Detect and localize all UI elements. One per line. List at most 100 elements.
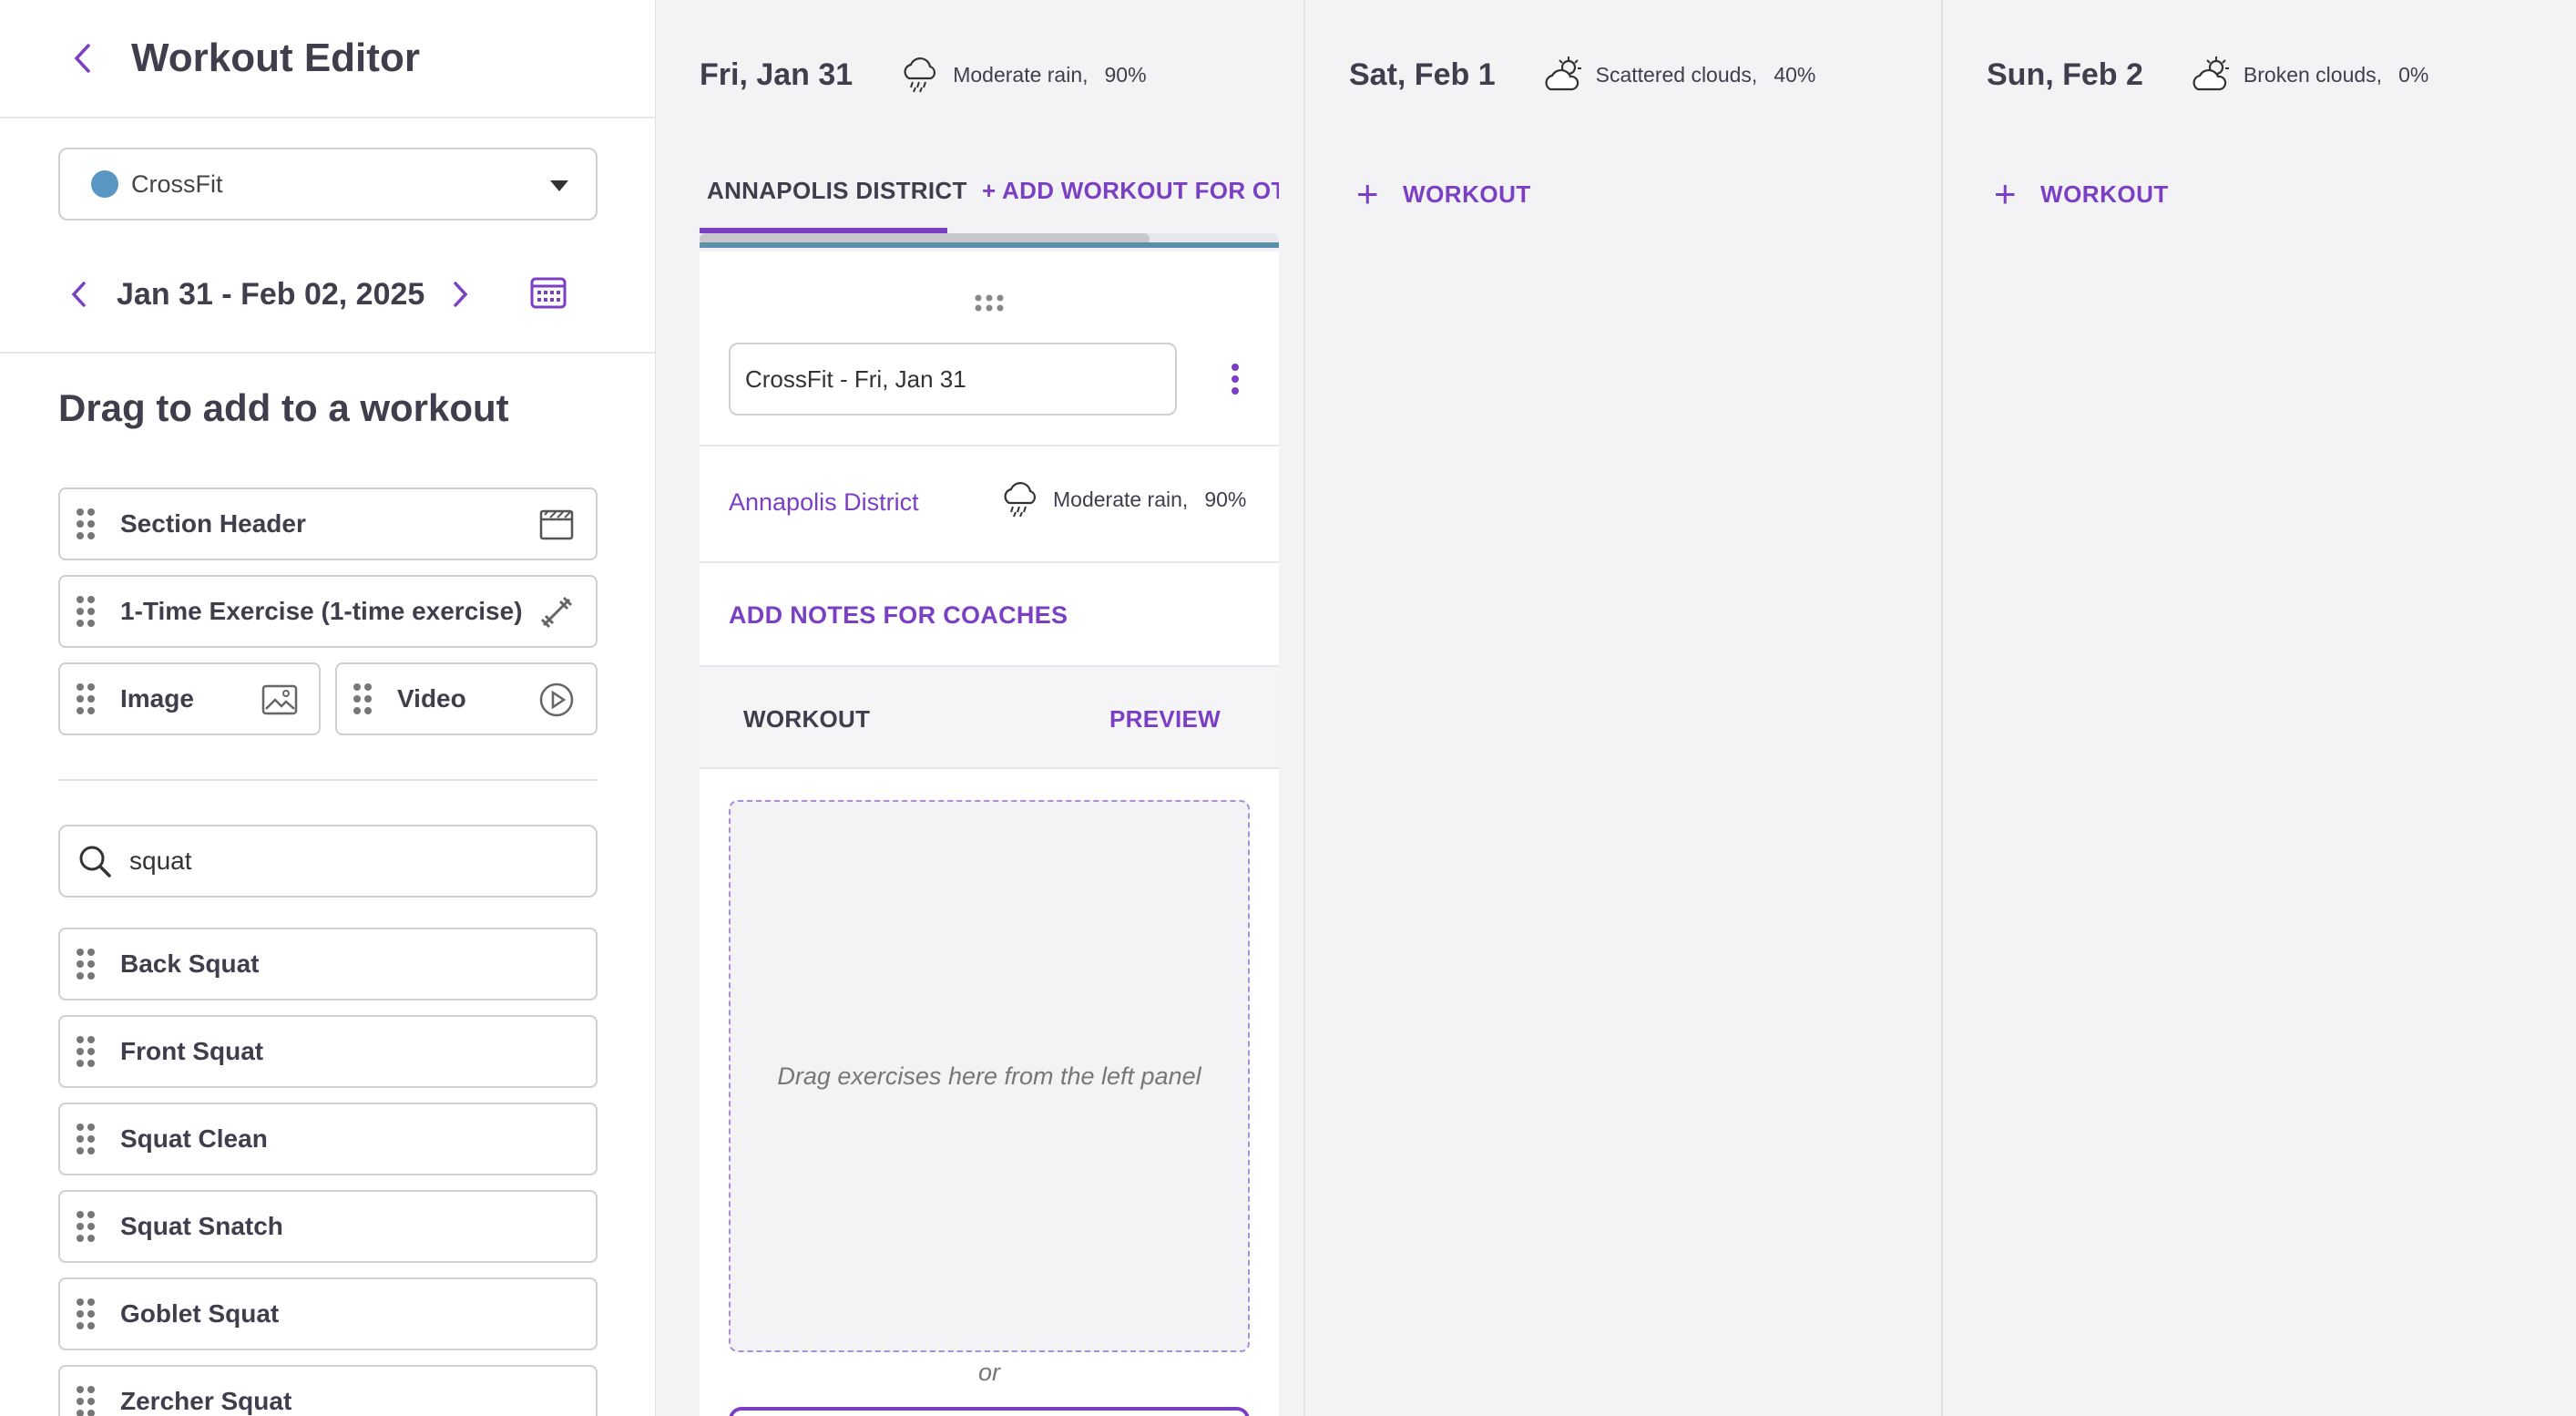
add-from-library-button[interactable] <box>729 1407 1250 1416</box>
drag-handle-icon[interactable] <box>60 489 111 559</box>
day-column-sat: Sat, Feb 1 Scattered clouds, 40% + WORKO… <box>1305 0 1943 1416</box>
block-label: Image <box>120 684 194 713</box>
day-column-sun: Sun, Feb 2 Broken clouds, 0% + WORKOUT <box>1943 0 2576 1416</box>
chevron-left-icon <box>74 44 90 73</box>
preview-button[interactable]: PREVIEW <box>1109 705 1221 734</box>
image-block[interactable]: Image <box>58 662 321 735</box>
weather-percent: 0% <box>2398 62 2429 87</box>
exercise-item[interactable]: Squat Snatch <box>58 1190 598 1263</box>
weather-text: Scattered clouds, <box>1595 62 1758 87</box>
exercise-item[interactable]: Zercher Squat <box>58 1365 598 1416</box>
workout-section-header: WORKOUT PREVIEW <box>700 665 1279 769</box>
search-icon <box>79 846 111 877</box>
chevron-left-icon <box>71 282 86 307</box>
exercise-item[interactable]: Squat Clean <box>58 1103 598 1175</box>
tab-annapolis-district[interactable]: ANNAPOLIS DISTRICT <box>700 164 966 233</box>
date-navigator: Jan 31 - Feb 02, 2025 <box>58 262 598 326</box>
add-workout-label: WORKOUT <box>1403 180 1531 208</box>
calendar-button[interactable] <box>526 270 570 313</box>
add-workout-label: WORKOUT <box>2040 180 2169 208</box>
weather-percent: 40% <box>1774 62 1816 87</box>
next-week-button[interactable] <box>441 274 481 314</box>
block-label: Section Header <box>120 509 306 538</box>
date-range: Jan 31 - Feb 02, 2025 <box>117 276 425 312</box>
location-link[interactable]: Annapolis District <box>729 488 919 517</box>
page-title: Workout Editor <box>131 36 420 80</box>
dumbbell-icon <box>537 593 576 631</box>
exercise-label: Front Squat <box>120 1037 264 1065</box>
day-title: Sun, Feb 2 <box>1987 56 2143 92</box>
day-column-fri: Fri, Jan 31 Moderate rain, 90% ANNAPOLIS… <box>656 0 1305 1416</box>
exercise-item[interactable]: Back Squat <box>58 928 598 1000</box>
exercise-drop-zone[interactable]: Drag exercises here from the left panel <box>729 800 1250 1352</box>
workout-name-input[interactable] <box>729 343 1177 416</box>
exercise-item[interactable]: Goblet Squat <box>58 1277 598 1350</box>
tabs-scrollbar[interactable] <box>700 233 1279 248</box>
sun-cloud-icon <box>1545 55 1582 91</box>
block-label: Video <box>397 684 466 713</box>
add-workout-button[interactable]: + WORKOUT <box>1356 175 1531 213</box>
drag-handle-icon[interactable] <box>700 293 1279 313</box>
one-time-exercise-block[interactable]: 1-Time Exercise (1-time exercise) <box>58 575 598 648</box>
drag-handle-icon[interactable] <box>60 1017 111 1086</box>
video-block[interactable]: Video <box>335 662 598 735</box>
back-button[interactable] <box>64 40 100 77</box>
drag-handle-icon[interactable] <box>60 1367 111 1416</box>
drag-section-title: Drag to add to a workout <box>58 386 509 429</box>
weather-percent: 90% <box>1104 62 1147 87</box>
more-options-icon[interactable] <box>1217 359 1253 399</box>
or-separator: or <box>977 1359 1000 1386</box>
active-tab-line <box>700 242 1279 248</box>
weather-percent: 90% <box>1204 487 1247 511</box>
block-label: 1-Time Exercise (1-time exercise) <box>120 597 523 625</box>
weather-text: Broken clouds, <box>2243 62 2383 87</box>
play-circle-icon <box>537 681 576 719</box>
chevron-right-icon <box>454 282 468 307</box>
tab-add-workout-other[interactable]: + ADD WORKOUT FOR OTHER <box>975 164 1279 233</box>
search-input[interactable] <box>129 847 567 876</box>
drag-handle-icon[interactable] <box>60 577 111 646</box>
exercise-label: Back Squat <box>120 949 260 978</box>
day-title: Sat, Feb 1 <box>1349 56 1496 92</box>
program-controls: CrossFit Jan 31 - Feb 02, 2025 <box>0 118 655 354</box>
section-header-block[interactable]: Section Header <box>58 487 598 560</box>
exercise-label: Squat Clean <box>120 1124 268 1153</box>
workout-card: Annapolis District Moderate rain, 90% AD… <box>700 251 1279 1416</box>
rain-cloud-icon <box>1004 482 1037 518</box>
add-workout-button[interactable]: + WORKOUT <box>1994 175 2169 213</box>
program-name: CrossFit <box>131 169 223 198</box>
location-row: Annapolis District Moderate rain, 90% <box>700 445 1279 561</box>
program-select[interactable]: CrossFit <box>58 148 598 221</box>
drag-handle-icon[interactable] <box>60 1104 111 1174</box>
location-tabs: ANNAPOLIS DISTRICT + ADD WORKOUT FOR OTH… <box>700 164 1279 237</box>
weather-text: Moderate rain, <box>1053 487 1189 511</box>
drag-handle-icon[interactable] <box>60 664 111 734</box>
program-color-dot <box>91 170 118 198</box>
plus-icon: + <box>1356 172 1380 215</box>
image-icon <box>261 681 299 719</box>
exercise-item[interactable]: Front Squat <box>58 1015 598 1088</box>
drag-handle-icon[interactable] <box>60 1279 111 1349</box>
plus-icon: + <box>1994 172 2018 215</box>
divider <box>58 779 598 781</box>
drag-handle-icon[interactable] <box>60 1192 111 1261</box>
location-weather: Moderate rain, 90% <box>1000 479 1246 519</box>
exercise-search <box>58 825 598 898</box>
drag-handle-icon[interactable] <box>337 664 388 734</box>
exercise-label: Zercher Squat <box>120 1387 292 1415</box>
day-header: Fri, Jan 31 Moderate rain, 90% <box>700 55 1147 95</box>
sun-cloud-icon <box>2193 55 2231 91</box>
section-header-icon <box>537 506 576 544</box>
day-header: Sat, Feb 1 Scattered clouds, 40% <box>1349 55 1815 95</box>
day-header: Sun, Feb 2 Broken clouds, 0% <box>1987 55 2428 95</box>
calendar-icon <box>530 277 567 309</box>
rain-cloud-icon <box>904 57 936 94</box>
prev-week-button[interactable] <box>58 274 98 314</box>
add-notes-button[interactable]: ADD NOTES FOR COACHES <box>729 601 1068 630</box>
weather-text: Moderate rain, <box>953 62 1089 87</box>
panel-header: Workout Editor <box>0 0 655 118</box>
drop-hint: Drag exercises here from the left panel <box>777 1062 1201 1090</box>
exercise-label: Squat Snatch <box>120 1212 283 1240</box>
caret-down-icon <box>550 180 568 191</box>
drag-handle-icon[interactable] <box>60 929 111 999</box>
